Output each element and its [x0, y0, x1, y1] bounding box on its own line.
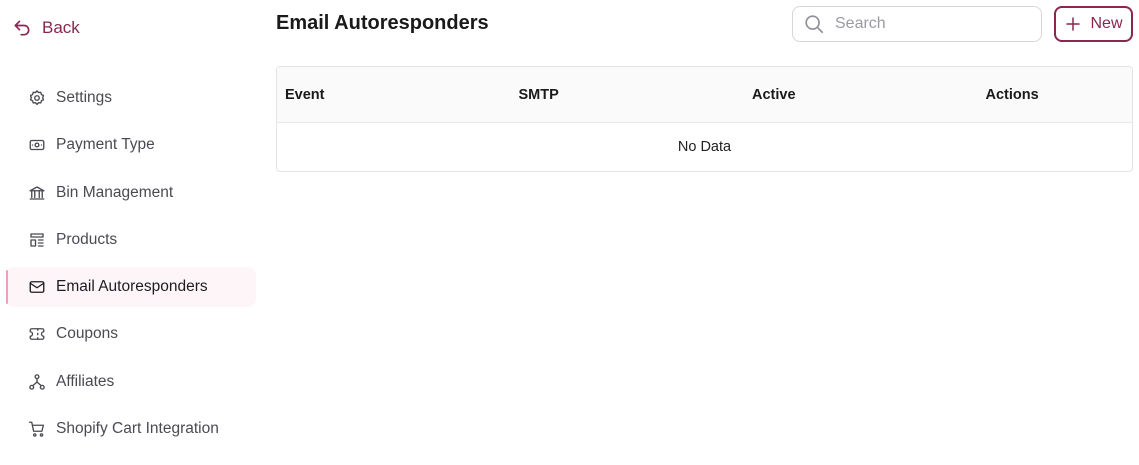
sidebar-item-email-autoresponders[interactable]: Email Autoresponders [6, 267, 256, 308]
search-icon [805, 15, 824, 34]
sidebar-item-label: Coupons [56, 325, 119, 343]
back-arrow-icon [14, 20, 30, 36]
plus-icon [1066, 17, 1081, 31]
autoresponders-table: Event SMTP Active Actions No Data [276, 66, 1133, 172]
column-header-event: Event [285, 86, 325, 103]
column-header-smtp: SMTP [518, 86, 559, 103]
empty-state: No Data [677, 139, 732, 155]
sidebar-item-affiliates[interactable]: Affiliates [6, 362, 256, 402]
search-input[interactable] [835, 15, 1015, 33]
sidebar-item-coupons[interactable]: Coupons [6, 314, 256, 354]
network-icon [29, 373, 45, 390]
sidebar-item-label: Payment Type [56, 136, 155, 154]
sidebar-item-payment-type[interactable]: Payment Type [6, 125, 256, 165]
sidebar-item-label: Shopify Cart Integration [56, 420, 219, 438]
mail-icon [29, 281, 45, 294]
gear-icon [29, 90, 45, 106]
sidebar-item-shopify-cart-integration[interactable]: Shopify Cart Integration [6, 409, 256, 449]
bank-icon [29, 185, 45, 200]
cart-icon [28, 421, 45, 437]
column-header-active: Active [752, 86, 796, 103]
sidebar-item-label: Affiliates [56, 372, 115, 390]
new-button[interactable]: New [1054, 6, 1133, 42]
sidebar-item-settings[interactable]: Settings [6, 78, 256, 118]
search-box[interactable] [792, 6, 1042, 42]
banknote-icon [29, 140, 45, 151]
sidebar-item-label: Email Autoresponders [56, 278, 208, 296]
sidebar-item-label: Bin Management [56, 183, 174, 201]
page-title: Email Autoresponders [276, 12, 489, 34]
ticket-icon [29, 328, 45, 341]
sidebar-item-bin-management[interactable]: Bin Management [6, 173, 256, 213]
back-button[interactable]: Back [12, 16, 80, 40]
sidebar-item-label: Products [56, 230, 118, 248]
sidebar: Settings Payment Type Bin Management Pro… [6, 78, 256, 456]
column-header-actions: Actions [985, 86, 1039, 103]
sidebar-item-label: Settings [56, 89, 113, 106]
table-header: Event SMTP Active Actions [277, 67, 1132, 123]
sidebar-item-products[interactable]: Products [6, 220, 256, 260]
layout-icon [30, 233, 44, 247]
new-button-label: New [1090, 15, 1123, 32]
back-label: Back [42, 18, 80, 37]
